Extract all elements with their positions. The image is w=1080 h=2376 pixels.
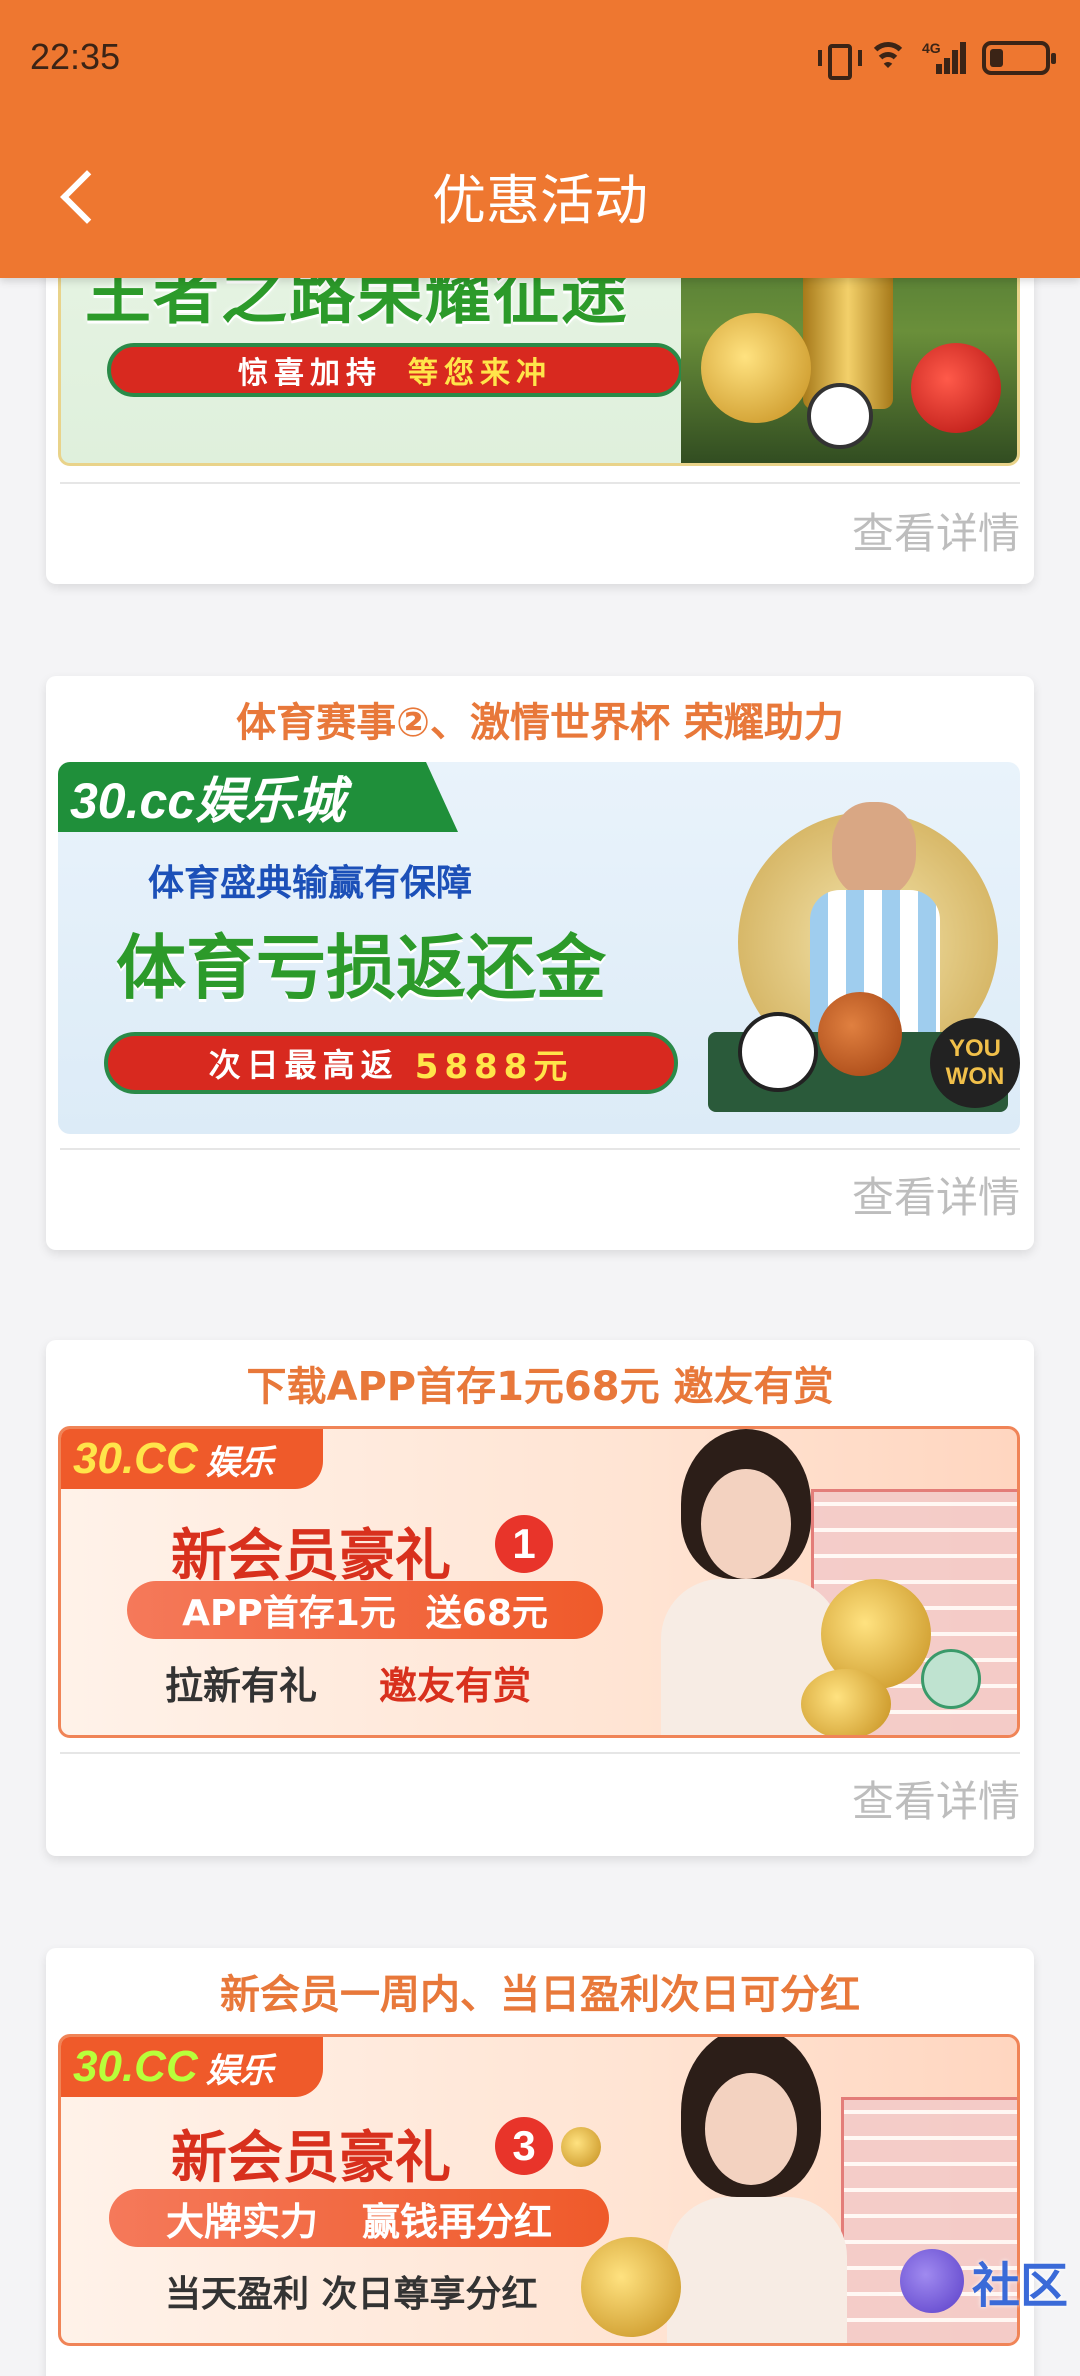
- banner-pill: 惊喜加持 等您来冲: [107, 343, 683, 397]
- banner-line-a: 当天盈利 次日尊享分红: [165, 2274, 538, 2315]
- banner-pill: 大牌实力 赢钱再分红: [109, 2189, 609, 2247]
- banner-number-badge: 3: [495, 2117, 553, 2175]
- card-divider: [60, 482, 1020, 484]
- banner-pill-left: APP首存1元: [182, 1593, 396, 1634]
- sports-scene-image: YOU WON: [698, 782, 1020, 1134]
- card-divider: [60, 1148, 1020, 1150]
- you-won-badge: YOU WON: [930, 1018, 1020, 1108]
- watermark-text: 社区: [971, 2258, 1068, 2314]
- banner-pill-right: 送68元: [425, 1593, 548, 1634]
- banner-pill-left: 惊喜加持: [238, 356, 382, 391]
- banner-pill-left: 次日最高返: [208, 1046, 399, 1084]
- banner-line-b: 邀友有赏: [379, 1664, 532, 1708]
- promo-card[interactable]: 下载APP首存1元68元 邀友有赏 30.CC 娱乐 新会员豪礼 1 APP首存…: [46, 1340, 1034, 1856]
- card-title: 下载APP首存1元68元 邀友有赏: [246, 1364, 834, 1410]
- status-time: 22:35: [30, 36, 121, 77]
- banner-number-badge: 1: [495, 1515, 553, 1573]
- banner-pill-right: 赢钱再分红: [362, 2199, 553, 2244]
- brand-tag: 30.CC 娱乐: [61, 2037, 323, 2097]
- app-bar: 22:35 4G 优惠活动: [0, 0, 1080, 278]
- banner-pill-right: 等您来冲: [408, 356, 552, 391]
- card-divider: [60, 1752, 1020, 1754]
- banner-pill: 次日最高返 5888元: [104, 1032, 678, 1094]
- brand-tag-sub: 娱乐: [205, 2051, 274, 2090]
- banner-headline: 新会员豪礼: [171, 1524, 451, 1589]
- promo-banner-image[interactable]: 30.cc娱乐城 体育盛典输赢有保障 体育亏损返还金 次日最高返 5888元 Y…: [58, 762, 1020, 1134]
- vibrate-icon: [818, 40, 862, 80]
- brand-tag-sub: 娱乐: [205, 1443, 274, 1482]
- wifi-icon: [868, 40, 908, 76]
- banner-line-a: 拉新有礼: [165, 1664, 318, 1708]
- model-coins-image: [621, 1429, 1017, 1735]
- status-icons: 4G: [818, 36, 1056, 80]
- view-details-link[interactable]: 查看详情: [852, 500, 1020, 561]
- promo-banner-image[interactable]: 30.CC 娱乐 新会员豪礼 1 APP首存1元 送68元 拉新有礼 邀友有赏: [58, 1426, 1020, 1738]
- status-bar: 22:35 4G: [0, 0, 1080, 120]
- view-details-link[interactable]: 查看详情: [852, 1768, 1020, 1829]
- watermark-logo: 社区: [832, 2236, 1068, 2326]
- battery-icon: [982, 41, 1056, 75]
- brand-tag-main: 30.CC: [73, 1434, 198, 1483]
- banner-pill: APP首存1元 送68元: [127, 1581, 603, 1639]
- brand-tag-main: 30.CC: [73, 2042, 198, 2091]
- banner-pill-left: 大牌实力: [165, 2199, 318, 2244]
- promo-card[interactable]: 体育赛事②、激情世界杯 荣耀助力 30.cc娱乐城 体育盛典输赢有保障 体育亏损…: [46, 676, 1034, 1250]
- card-title: 新会员一周内、当日盈利次日可分红: [220, 1972, 860, 2018]
- network-type-label: 4G: [922, 40, 941, 56]
- page-title: 优惠活动: [432, 169, 648, 232]
- brand-tag: 30.cc娱乐城: [58, 762, 458, 832]
- brand-tag: 30.CC 娱乐: [61, 1429, 323, 1489]
- card-title: 体育赛事②、激情世界杯 荣耀助力: [236, 700, 844, 746]
- banner-headline: 新会员豪礼: [171, 2126, 451, 2191]
- banner-pill-right: 5888元: [414, 1046, 574, 1087]
- banner-headline: 体育亏损返还金: [116, 927, 606, 1009]
- view-details-link[interactable]: 查看详情: [852, 1164, 1020, 1225]
- cellular-signal-icon: 4G: [922, 40, 968, 76]
- banner-subhead: 体育盛典输赢有保障: [148, 863, 473, 904]
- watermark-icon: [899, 2249, 964, 2313]
